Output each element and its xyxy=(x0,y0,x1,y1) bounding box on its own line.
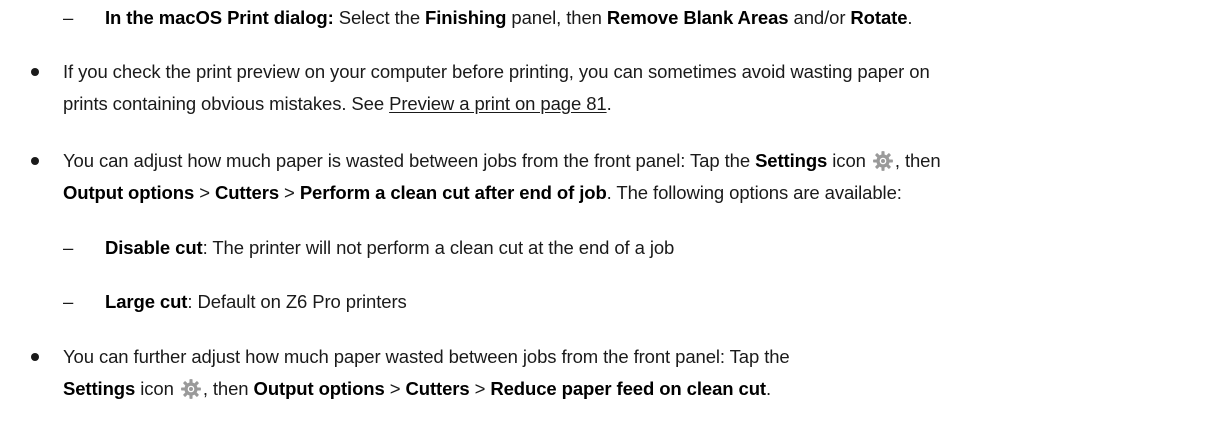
disable-cut-term: Disable cut xyxy=(105,237,203,258)
rotate-term: Rotate xyxy=(850,7,908,28)
disable-cut-item: Disable cut: The printer will not perfor… xyxy=(105,237,675,258)
perform-clean-cut-term: Perform a clean cut after end of job xyxy=(299,182,607,203)
finishing-term: Finishing xyxy=(425,7,507,28)
large-cut-term: Large cut xyxy=(105,291,188,312)
bullet-icon xyxy=(31,157,39,165)
cut-tip-line-2: Output options > Cutters > Perform a cle… xyxy=(63,182,902,203)
reduce-feed-line-1: You can further adjust how much paper wa… xyxy=(63,346,790,367)
mac-print-dialog-item: In the macOS Print dialog: Select the Fi… xyxy=(105,7,913,28)
dash-marker: – xyxy=(63,7,74,28)
preview-print-link[interactable]: Preview a print on page 81 xyxy=(389,93,607,114)
large-cut-item: Large cut: Default on Z6 Pro printers xyxy=(105,291,407,312)
cutters-term: Cutters xyxy=(214,182,280,203)
preview-tip-line-2: prints containing obvious mistakes. See … xyxy=(63,93,612,114)
reduce-feed-line-2: Settings icon , then Output options > Cu… xyxy=(63,378,772,399)
remove-blank-areas-term: Remove Blank Areas xyxy=(606,7,789,28)
gear-icon xyxy=(872,151,893,171)
bullet-icon xyxy=(31,68,39,76)
dash-marker: – xyxy=(63,237,74,258)
cutters-term: Cutters xyxy=(405,378,470,399)
output-options-term: Output options xyxy=(63,182,195,203)
settings-term: Settings xyxy=(63,378,136,399)
cut-tip-line-1: You can adjust how much paper is wasted … xyxy=(63,150,941,171)
document-page: – In the macOS Print dialog: Select the … xyxy=(0,0,1222,424)
dash-marker: – xyxy=(63,291,74,312)
preview-tip-line-1: If you check the print preview on your c… xyxy=(63,61,930,82)
reduce-paper-feed-term: Reduce paper feed on clean cut xyxy=(490,378,766,399)
settings-term: Settings xyxy=(755,150,828,171)
bullet-icon xyxy=(31,353,39,361)
gear-icon xyxy=(180,379,201,399)
output-options-term: Output options xyxy=(253,378,385,399)
mac-dialog-lead: In the macOS Print dialog: xyxy=(105,7,334,28)
